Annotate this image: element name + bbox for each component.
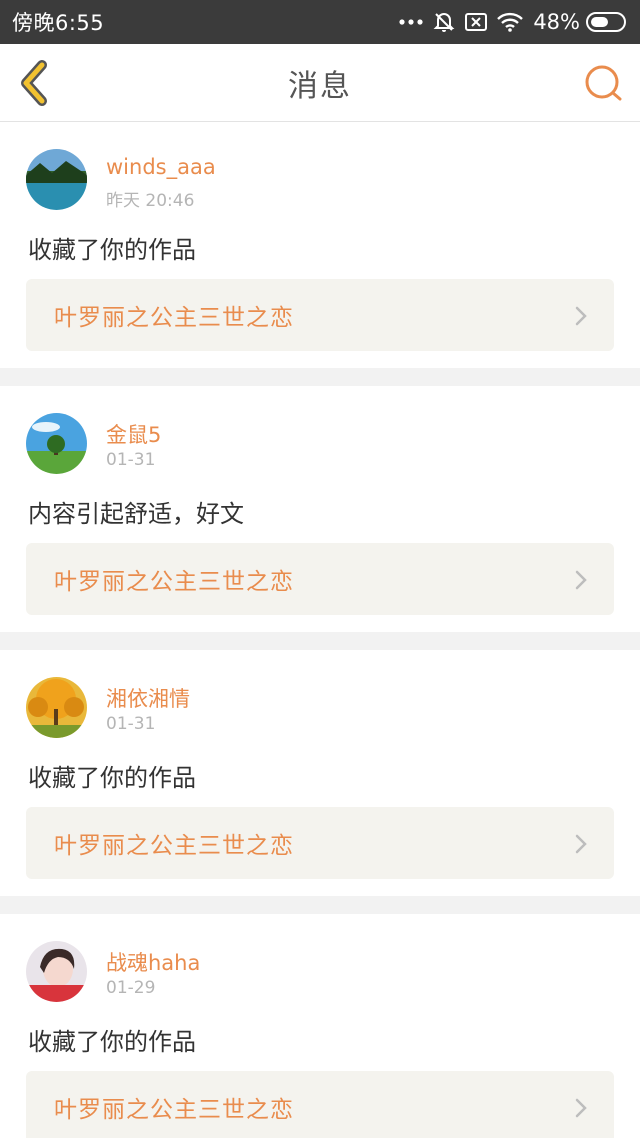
- status-time: 傍晚6:55: [12, 11, 105, 35]
- chevron-right-icon: [575, 570, 587, 590]
- chevron-right-icon: [575, 1098, 587, 1118]
- wifi-icon: [497, 12, 524, 32]
- timestamp: 01-31: [106, 450, 156, 470]
- muted-bell-icon: [433, 11, 455, 33]
- timestamp: 昨天 20:46: [106, 191, 195, 211]
- message-card: 湘依湘情 01-31 收藏了你的作品 叶罗丽之公主三世之恋: [0, 650, 640, 896]
- username[interactable]: 金鼠5: [106, 419, 161, 449]
- timestamp: 01-31: [106, 714, 156, 734]
- avatar[interactable]: [26, 677, 87, 738]
- page-title: 消息: [288, 68, 352, 104]
- battery-icon: [586, 12, 626, 32]
- message-card: 金鼠5 01-31 内容引起舒适，好文 叶罗丽之公主三世之恋: [0, 386, 640, 632]
- username[interactable]: 战魂haha: [106, 947, 200, 977]
- message-content: 收藏了你的作品: [28, 236, 196, 264]
- status-bar: 傍晚6:55 48%: [0, 0, 640, 44]
- avatar[interactable]: [26, 413, 87, 474]
- message-content: 收藏了你的作品: [28, 1028, 196, 1056]
- message-card: winds_aaa 昨天 20:46 收藏了你的作品 叶罗丽之公主三世之恋: [0, 122, 640, 368]
- status-icons: 48%: [399, 10, 628, 34]
- message-content: 内容引起舒适，好文: [28, 500, 244, 528]
- work-link[interactable]: 叶罗丽之公主三世之恋: [26, 543, 614, 615]
- work-link[interactable]: 叶罗丽之公主三世之恋: [26, 807, 614, 879]
- message-card: 战魂haha 01-29 收藏了你的作品 叶罗丽之公主三世之恋: [0, 914, 640, 1138]
- message-content: 收藏了你的作品: [28, 764, 196, 792]
- more-dots-icon: [399, 18, 423, 26]
- battery-indicator: 48%: [533, 10, 628, 34]
- search-button[interactable]: [582, 61, 626, 105]
- work-title: 叶罗丽之公主三世之恋: [54, 569, 294, 595]
- work-title: 叶罗丽之公主三世之恋: [54, 1097, 294, 1123]
- nav-bar: 消息: [0, 44, 640, 122]
- avatar[interactable]: [26, 941, 87, 1002]
- back-arrow-icon: [21, 60, 47, 106]
- chevron-right-icon: [575, 834, 587, 854]
- battery-percent: 48%: [533, 10, 580, 34]
- username[interactable]: winds_aaa: [106, 155, 216, 179]
- message-list: winds_aaa 昨天 20:46 收藏了你的作品 叶罗丽之公主三世之恋 金鼠…: [0, 122, 640, 1138]
- avatar[interactable]: [26, 149, 87, 210]
- work-link[interactable]: 叶罗丽之公主三世之恋: [26, 279, 614, 351]
- username[interactable]: 湘依湘情: [106, 683, 190, 713]
- search-icon: [585, 65, 622, 101]
- work-title: 叶罗丽之公主三世之恋: [54, 833, 294, 859]
- work-link[interactable]: 叶罗丽之公主三世之恋: [26, 1071, 614, 1138]
- sim-off-icon: [465, 12, 488, 32]
- work-title: 叶罗丽之公主三世之恋: [54, 305, 294, 331]
- back-button[interactable]: [14, 59, 62, 107]
- chevron-right-icon: [575, 306, 587, 326]
- timestamp: 01-29: [106, 978, 156, 998]
